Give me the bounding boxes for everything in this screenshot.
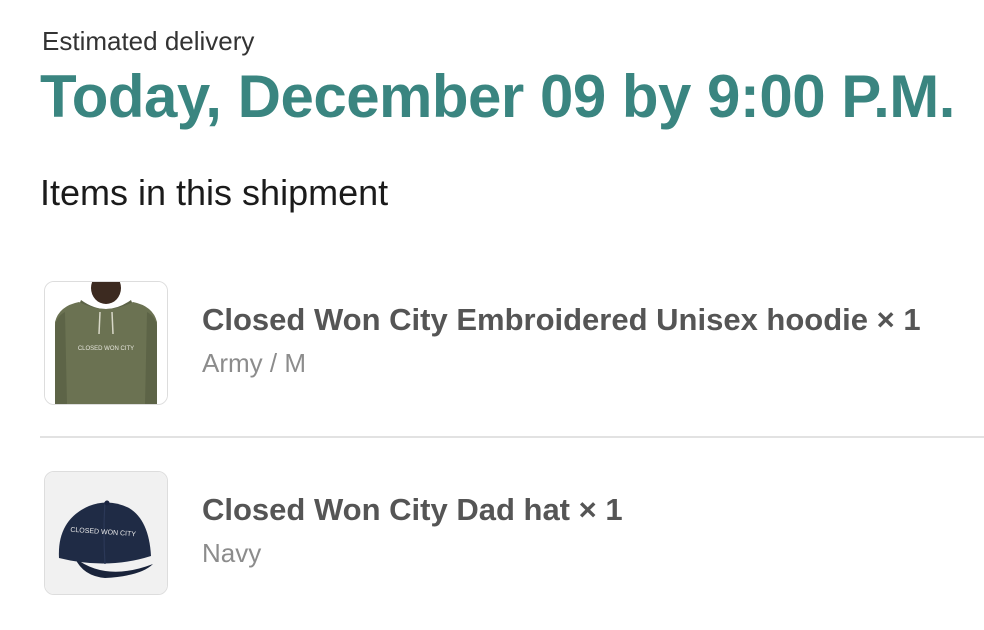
shipment-summary: Estimated delivery Today, December 09 by… — [40, 0, 984, 630]
item-variant: Army / M — [202, 348, 306, 378]
hoodie-image: CLOSED WON CITY — [45, 282, 167, 404]
list-item: CLOSED WON CITY Closed Won City Embroide… — [40, 280, 984, 406]
hat-image: CLOSED WON CITY — [45, 472, 167, 594]
item-title: Closed Won City Embroidered Unisex hoodi… — [202, 302, 921, 337]
item-details: Closed Won City Dad hat × 1 Navy — [202, 492, 623, 569]
estimated-delivery-label: Estimated delivery — [42, 26, 255, 56]
hoodie-embroidery-text: CLOSED WON CITY — [78, 346, 134, 352]
item-title: Closed Won City Dad hat × 1 — [202, 492, 623, 527]
list-item: CLOSED WON CITY Closed Won City Dad hat … — [40, 470, 984, 596]
hat-product-image: CLOSED WON CITY — [44, 471, 168, 595]
item-divider — [40, 436, 984, 438]
item-details: Closed Won City Embroidered Unisex hoodi… — [202, 302, 921, 379]
item-variant: Navy — [202, 538, 262, 568]
items-section-title: Items in this shipment — [40, 172, 389, 213]
hoodie-product-image: CLOSED WON CITY — [44, 281, 168, 405]
estimated-delivery-date: Today, December 09 by 9:00 P.M. — [40, 63, 955, 130]
